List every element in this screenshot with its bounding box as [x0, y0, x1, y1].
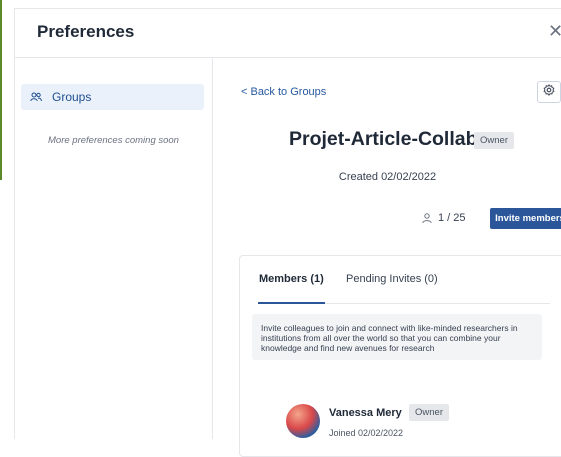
- avatar: [286, 404, 320, 438]
- invite-members-button[interactable]: Invite members: [490, 208, 561, 229]
- invite-info-box: Invite colleagues to join and connect wi…: [252, 314, 542, 360]
- more-preferences-note: More preferences coming soon: [48, 135, 179, 146]
- members-tabs: Members (1) Pending Invites (0): [258, 273, 550, 304]
- sidebar-item-groups[interactable]: Groups: [21, 84, 204, 110]
- users-icon: [30, 91, 42, 103]
- group-detail-panel: < Back to Groups Projet-Article-Collab O…: [213, 58, 561, 457]
- background-gap: [2, 0, 14, 438]
- member-role-badge: Owner: [409, 404, 449, 421]
- sidebar-item-label: Groups: [52, 90, 92, 104]
- tab-members[interactable]: Members (1): [258, 273, 325, 304]
- gear-icon: [543, 83, 555, 101]
- close-icon[interactable]: ✕: [548, 21, 561, 42]
- member-joined-date: Joined 02/02/2022: [329, 428, 404, 438]
- role-badge: Owner: [474, 132, 514, 149]
- list-item: Vanessa Mery Owner Joined 02/02/2022: [286, 402, 556, 442]
- member-count: 1 / 25: [421, 212, 466, 224]
- group-settings-button[interactable]: [537, 81, 561, 103]
- member-name: Vanessa Mery: [329, 407, 402, 419]
- member-count-value: 1 / 25: [438, 212, 466, 224]
- back-to-groups-link[interactable]: < Back to Groups: [241, 86, 326, 98]
- modal-header: Preferences ✕: [15, 9, 561, 58]
- modal-title: Preferences: [37, 22, 135, 41]
- group-title: Projet-Article-Collab: [289, 128, 478, 150]
- preferences-modal: Preferences ✕ Groups More preferences co…: [14, 8, 561, 457]
- tab-pending-invites[interactable]: Pending Invites (0): [346, 273, 438, 302]
- created-date: Created 02/02/2022: [338, 171, 437, 183]
- preferences-sidebar: Groups More preferences coming soon: [15, 58, 213, 439]
- user-icon: [421, 212, 433, 224]
- members-card: Members (1) Pending Invites (0) Invite c…: [239, 255, 561, 457]
